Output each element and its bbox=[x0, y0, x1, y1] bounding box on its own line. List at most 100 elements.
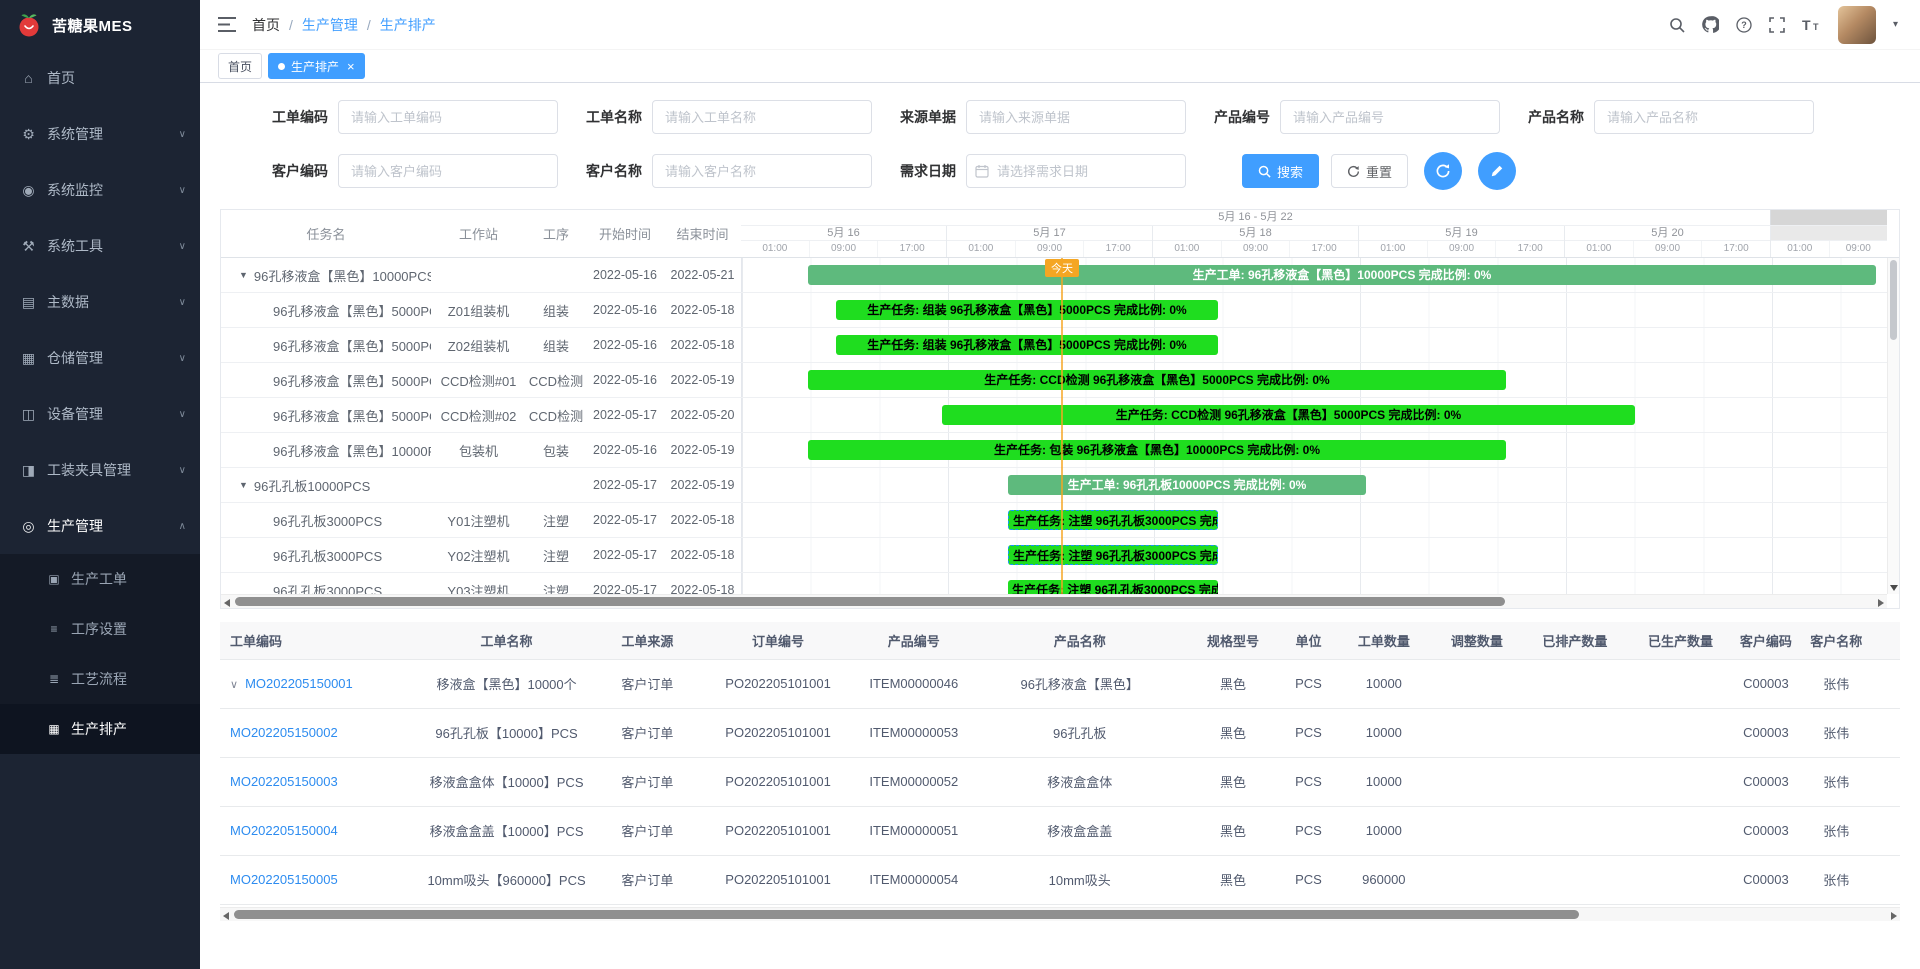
gantt-row[interactable]: 96孔移液盒【黑色】10000PCS包装机包装2022-05-162022-05… bbox=[221, 433, 1899, 468]
gantt-task-bar[interactable]: 生产任务: 注塑 96孔孔板3000PCS 完成比例: 0% bbox=[1008, 510, 1218, 530]
sidebar-item-production-scheduling[interactable]: ▦生产排产 bbox=[0, 704, 200, 754]
work-order-name-input[interactable] bbox=[652, 100, 872, 134]
customer-code-input[interactable] bbox=[338, 154, 558, 188]
sidebar-item-home[interactable]: ⌂首页 bbox=[0, 50, 200, 106]
cell-demand_date: 2022-05 bbox=[1874, 757, 1900, 806]
source-doc-input[interactable] bbox=[966, 100, 1186, 134]
work-order-link[interactable]: MO202205150002 bbox=[230, 725, 338, 740]
gantt-row[interactable]: ▼96孔孔板10000PCS2022-05-172022-05-19生产工单: … bbox=[221, 468, 1899, 503]
help-icon[interactable]: ? bbox=[1736, 17, 1752, 33]
table-row[interactable]: MO20220515000296孔孔板【10000】PCS客户订单PO20220… bbox=[220, 708, 1900, 757]
sidebar-item-fixture[interactable]: ◨工装夹具管理∨ bbox=[0, 442, 200, 498]
breadcrumb-separator: / bbox=[289, 17, 293, 33]
gantt-row[interactable]: 96孔孔板3000PCSY02注塑机注塑2022-05-172022-05-18… bbox=[221, 538, 1899, 573]
table-row[interactable]: ∨MO202205150001移液盒【黑色】10000个客户订单PO202205… bbox=[220, 659, 1900, 708]
breadcrumb-home[interactable]: 首页 bbox=[252, 15, 280, 35]
font-size-icon[interactable]: TT bbox=[1802, 17, 1821, 32]
gantt-vertical-scrollbar[interactable] bbox=[1887, 258, 1899, 594]
gantt-row[interactable]: 96孔孔板3000PCSY03注塑机注塑2022-05-172022-05-18… bbox=[221, 573, 1899, 594]
sidebar-item-system-admin[interactable]: ⚙系统管理∨ bbox=[0, 106, 200, 162]
avatar[interactable] bbox=[1838, 6, 1876, 44]
sidebar-item-master-data[interactable]: ▤主数据∨ bbox=[0, 274, 200, 330]
fullscreen-icon[interactable] bbox=[1769, 17, 1785, 33]
filter-label: 产品编号 bbox=[1214, 107, 1270, 127]
gantt-task-name: 96孔移液盒【黑色】5000PCS bbox=[221, 363, 431, 397]
scroll-down-arrow[interactable] bbox=[1890, 585, 1898, 591]
gantt-task-bar[interactable]: 生产任务: 注塑 96孔孔板3000PCS 完成比例: 0% bbox=[1008, 580, 1218, 594]
sidebar-item-process-flow[interactable]: ≣工艺流程 bbox=[0, 654, 200, 704]
search-button[interactable]: 搜索 bbox=[1242, 154, 1319, 188]
scroll-left-arrow[interactable] bbox=[223, 912, 229, 920]
gantt-row[interactable]: 96孔移液盒【黑色】5000PCSZ02组装机组装2022-05-162022-… bbox=[221, 328, 1899, 363]
github-icon[interactable] bbox=[1702, 16, 1719, 33]
caret-down-icon[interactable]: ▼ bbox=[239, 480, 248, 490]
tab-production-scheduling[interactable]: 生产排产 × bbox=[268, 53, 365, 79]
gantt-task-name: 96孔移液盒【黑色】5000PCS bbox=[221, 398, 431, 432]
gantt-row[interactable]: 96孔移液盒【黑色】5000PCSCCD检测#02CCD检测2022-05-17… bbox=[221, 398, 1899, 433]
refresh-button[interactable] bbox=[1424, 152, 1462, 190]
caret-down-icon[interactable]: ▼ bbox=[239, 270, 248, 280]
table-header-cell: 已生产数量 bbox=[1628, 622, 1734, 659]
work-order-link[interactable]: MO202205150005 bbox=[230, 872, 338, 887]
table-row[interactable]: MO202205150003移液盒盒体【10000】PCS客户订单PO20220… bbox=[220, 757, 1900, 806]
gantt-order-bar[interactable]: 生产工单: 96孔移液盒【黑色】10000PCS 完成比例: 0% bbox=[808, 265, 1876, 285]
scrollbar-thumb[interactable] bbox=[1890, 260, 1897, 340]
gantt-task-bar[interactable]: 生产任务: CCD检测 96孔移液盒【黑色】5000PCS 完成比例: 0% bbox=[808, 370, 1506, 390]
cell-unit: PCS bbox=[1281, 659, 1336, 708]
gantt-workstation: Y03注塑机 bbox=[431, 573, 526, 594]
work-order-link[interactable]: MO202205150001 bbox=[245, 676, 353, 691]
breadcrumb-production[interactable]: 生产管理 bbox=[302, 15, 358, 35]
cell-customer_code: C00003 bbox=[1733, 806, 1798, 855]
reset-button-label: 重置 bbox=[1366, 162, 1392, 181]
gear-icon: ⚙ bbox=[20, 126, 37, 143]
sidebar-item-warehouse[interactable]: ▦仓储管理∨ bbox=[0, 330, 200, 386]
product-code-input[interactable] bbox=[1280, 100, 1500, 134]
gantt-task-bar[interactable]: 生产任务: 注塑 96孔孔板3000PCS 完成比例: 0% bbox=[1008, 545, 1218, 565]
gantt-hour-label: 17:00 bbox=[1084, 241, 1152, 257]
product-name-input[interactable] bbox=[1594, 100, 1814, 134]
cell-qty: 10000 bbox=[1336, 806, 1432, 855]
gantt-workstation bbox=[431, 258, 526, 292]
sidebar-item-production-work-order[interactable]: ▣生产工单 bbox=[0, 554, 200, 604]
work-order-link[interactable]: MO202205150004 bbox=[230, 823, 338, 838]
breadcrumb-scheduling[interactable]: 生产排产 bbox=[380, 15, 436, 35]
table-horizontal-scrollbar[interactable] bbox=[220, 907, 1900, 921]
gantt-row[interactable]: 96孔孔板3000PCSY01注塑机注塑2022-05-172022-05-18… bbox=[221, 503, 1899, 538]
gantt-horizontal-scrollbar[interactable] bbox=[221, 594, 1887, 608]
list-icon: ≡ bbox=[46, 622, 62, 636]
chevron-down-icon[interactable]: ∨ bbox=[230, 678, 238, 691]
gantt-row[interactable]: 96孔移液盒【黑色】5000PCSCCD检测#01CCD检测2022-05-16… bbox=[221, 363, 1899, 398]
sidebar-item-production[interactable]: ◎生产管理∧ bbox=[0, 498, 200, 554]
reset-button[interactable]: 重置 bbox=[1331, 154, 1408, 188]
scroll-right-arrow[interactable] bbox=[1878, 599, 1884, 607]
table-row[interactable]: MO20220515000510mm吸头【960000】PCS客户订单PO202… bbox=[220, 855, 1900, 904]
svg-text:T: T bbox=[1813, 22, 1819, 32]
gantt-task-bar[interactable]: 生产任务: CCD检测 96孔移液盒【黑色】5000PCS 完成比例: 0% bbox=[942, 405, 1635, 425]
gantt-task-bar[interactable]: 生产任务: 组装 96孔移液盒【黑色】5000PCS 完成比例: 0% bbox=[836, 335, 1218, 355]
work-order-link[interactable]: MO202205150003 bbox=[230, 774, 338, 789]
gantt-task-bar[interactable]: 生产任务: 包装 96孔移液盒【黑色】10000PCS 完成比例: 0% bbox=[808, 440, 1506, 460]
demand-date-input[interactable] bbox=[966, 154, 1186, 188]
edit-button[interactable] bbox=[1478, 152, 1516, 190]
cell-order_no: PO202205101001 bbox=[703, 708, 854, 757]
gantt-task-bar[interactable]: 生产任务: 组装 96孔移液盒【黑色】5000PCS 完成比例: 0% bbox=[836, 300, 1218, 320]
sidebar-item-system-monitor[interactable]: ◉系统监控∨ bbox=[0, 162, 200, 218]
close-icon[interactable]: × bbox=[347, 60, 355, 73]
scrollbar-thumb[interactable] bbox=[234, 910, 1579, 919]
chevron-down-icon[interactable]: ▾ bbox=[1893, 19, 1898, 30]
table-row[interactable]: MO202205150004移液盒盒盖【10000】PCS客户订单PO20220… bbox=[220, 806, 1900, 855]
sidebar-collapse-icon[interactable] bbox=[214, 13, 240, 36]
sidebar-item-system-tools[interactable]: ⚒系统工具∨ bbox=[0, 218, 200, 274]
sidebar-item-equipment[interactable]: ◫设备管理∨ bbox=[0, 386, 200, 442]
gantt-row[interactable]: 96孔移液盒【黑色】5000PCSZ01组装机组装2022-05-162022-… bbox=[221, 293, 1899, 328]
search-icon[interactable] bbox=[1669, 17, 1685, 33]
scrollbar-thumb[interactable] bbox=[235, 597, 1505, 606]
tab-home[interactable]: 首页 bbox=[218, 53, 262, 79]
gantt-timeline-cell: 生产任务: 组装 96孔移液盒【黑色】5000PCS 完成比例: 0% bbox=[741, 293, 1887, 327]
app-logo[interactable]: 苦糖果MES bbox=[0, 0, 200, 50]
sidebar-item-process-setting[interactable]: ≡工序设置 bbox=[0, 604, 200, 654]
scroll-right-arrow[interactable] bbox=[1891, 912, 1897, 920]
customer-name-input[interactable] bbox=[652, 154, 872, 188]
scroll-left-arrow[interactable] bbox=[224, 599, 230, 607]
work-order-code-input[interactable] bbox=[338, 100, 558, 134]
